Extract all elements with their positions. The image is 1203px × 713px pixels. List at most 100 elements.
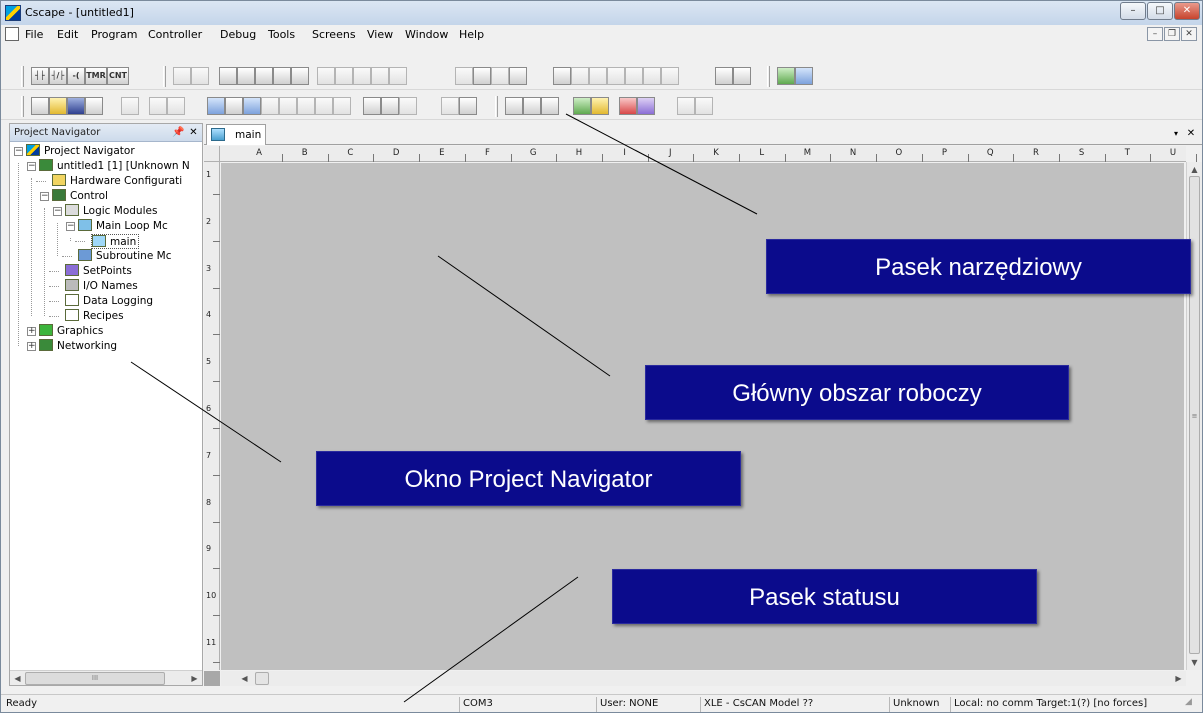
block-3-icon[interactable]: [333, 97, 351, 115]
insert-rung-icon[interactable]: [261, 97, 279, 115]
select-arrow-icon[interactable]: [505, 97, 523, 115]
paste-icon[interactable]: [167, 97, 185, 115]
insert-rung-2-icon[interactable]: [279, 97, 297, 115]
ladder-element-icon[interactable]: [607, 67, 625, 85]
coil-icon[interactable]: -( )-: [67, 67, 85, 85]
ladder-element-icon[interactable]: [273, 67, 291, 85]
ladder-element-icon[interactable]: [389, 67, 407, 85]
menu-file[interactable]: File: [25, 28, 43, 41]
ladder-element-icon[interactable]: [353, 67, 371, 85]
mdi-close-button[interactable]: ✕: [1181, 27, 1197, 41]
tree-item[interactable]: Main Loop Mc: [78, 219, 168, 234]
power-icon[interactable]: [335, 67, 353, 85]
ladder-element-icon[interactable]: [589, 67, 607, 85]
tree-expander-icon[interactable]: −: [40, 192, 49, 201]
arrow-down-icon[interactable]: [733, 67, 751, 85]
ladder-element-icon[interactable]: [219, 67, 237, 85]
ladder-element-icon[interactable]: [473, 67, 491, 85]
tree-expander-icon[interactable]: +: [27, 342, 36, 351]
scroll-down-arrow-icon[interactable]: ▼: [1187, 655, 1202, 670]
tree-item[interactable]: Recipes: [65, 309, 124, 324]
close-button[interactable]: ✕: [1174, 2, 1200, 20]
tree-item[interactable]: Networking: [39, 339, 117, 354]
minimize-button[interactable]: –: [1120, 2, 1146, 20]
ladder-element-icon[interactable]: [491, 67, 509, 85]
ladder-element-icon[interactable]: [237, 67, 255, 85]
tree-item[interactable]: I/O Names: [65, 279, 138, 294]
tree-expander-icon[interactable]: −: [27, 162, 36, 171]
tree-expander-icon[interactable]: −: [53, 207, 62, 216]
ladder-element-icon[interactable]: [255, 67, 273, 85]
help-pointer-icon[interactable]: [459, 97, 477, 115]
menu-help[interactable]: Help: [459, 28, 484, 41]
pin-icon[interactable]: 📌: [172, 126, 185, 139]
io-config-icon[interactable]: [591, 97, 609, 115]
wire-tool-icon[interactable]: [541, 97, 559, 115]
toolbar-grip[interactable]: [163, 66, 166, 87]
scroll-left-arrow-icon[interactable]: ◀: [10, 671, 25, 686]
tree-expander-icon[interactable]: −: [66, 222, 75, 231]
open-folder-icon[interactable]: [49, 97, 67, 115]
menu-debug[interactable]: Debug: [220, 28, 256, 41]
zoom-icon[interactable]: [399, 97, 417, 115]
document-system-icon[interactable]: [5, 27, 19, 41]
navigator-scroll-thumb[interactable]: III: [25, 672, 165, 685]
mdi-minimize-button[interactable]: –: [1147, 27, 1163, 41]
mdi-restore-button[interactable]: ❐: [1164, 27, 1180, 41]
ladder-element-icon[interactable]: [553, 67, 571, 85]
menu-tools[interactable]: Tools: [268, 28, 295, 41]
close-document-button[interactable]: ✕: [1185, 128, 1197, 140]
contact-nc-icon[interactable]: ┤/├: [49, 67, 67, 85]
hardware-icon[interactable]: [573, 97, 591, 115]
arrow-up-icon[interactable]: [715, 67, 733, 85]
debug-icon[interactable]: [441, 97, 459, 115]
counter-icon[interactable]: CNT: [107, 67, 129, 85]
close-panel-button[interactable]: ✕: [187, 126, 200, 139]
tree-item[interactable]: Subroutine Mc: [78, 249, 171, 264]
navigator-horizontal-scrollbar[interactable]: ◀ III ▶: [10, 670, 202, 685]
function-block-2-icon[interactable]: [191, 67, 209, 85]
ladder-view-icon[interactable]: [207, 97, 225, 115]
timer-icon[interactable]: TMR: [85, 67, 107, 85]
ladder-element-icon[interactable]: [661, 67, 679, 85]
new-file-icon[interactable]: [31, 97, 49, 115]
toolbar-grip[interactable]: [495, 96, 498, 117]
menu-view[interactable]: View: [367, 28, 393, 41]
menu-window[interactable]: Window: [405, 28, 448, 41]
menu-controller[interactable]: Controller: [148, 28, 202, 41]
ladder-element-icon[interactable]: [317, 67, 335, 85]
find-icon[interactable]: [381, 97, 399, 115]
workspace-horizontal-scrollbar[interactable]: ◀ ▶: [221, 671, 1186, 686]
ladder-element-icon[interactable]: [371, 67, 389, 85]
draw-icon[interactable]: [243, 97, 261, 115]
zoom-tool-icon[interactable]: [523, 97, 541, 115]
ladder-element-icon[interactable]: [571, 67, 589, 85]
tab-main[interactable]: main: [206, 124, 266, 145]
scroll-left-arrow-icon[interactable]: ◀: [237, 671, 252, 686]
tree-item[interactable]: Control: [52, 189, 108, 204]
cut-icon[interactable]: [121, 97, 139, 115]
tree-item[interactable]: Hardware Configurati: [52, 174, 182, 189]
cscape-app-icon[interactable]: [5, 5, 21, 21]
target-icon[interactable]: [619, 97, 637, 115]
tree-item[interactable]: Project Navigator: [26, 144, 135, 159]
tree-item[interactable]: Data Logging: [65, 294, 153, 309]
tree-expander-icon[interactable]: +: [27, 327, 36, 336]
resize-grip-icon[interactable]: ◢: [1185, 697, 1199, 711]
block-2-icon[interactable]: [315, 97, 333, 115]
tree-item[interactable]: Logic Modules: [65, 204, 157, 219]
tree-item[interactable]: main: [91, 234, 140, 249]
ladder-element-icon[interactable]: [291, 67, 309, 85]
ladder-element-icon[interactable]: [625, 67, 643, 85]
ladder-element-icon[interactable]: [643, 67, 661, 85]
contact-no-icon[interactable]: ┤├: [31, 67, 49, 85]
ladder-element-icon[interactable]: [455, 67, 473, 85]
setpoints-toolbar-icon[interactable]: [637, 97, 655, 115]
tree-item[interactable]: SetPoints: [65, 264, 132, 279]
module-icon[interactable]: [777, 67, 795, 85]
maximize-button[interactable]: □: [1147, 2, 1173, 20]
copy-icon[interactable]: [149, 97, 167, 115]
menu-screens[interactable]: Screens: [312, 28, 356, 41]
network-view-icon[interactable]: [225, 97, 243, 115]
scroll-right-arrow-icon[interactable]: ▶: [187, 671, 202, 686]
